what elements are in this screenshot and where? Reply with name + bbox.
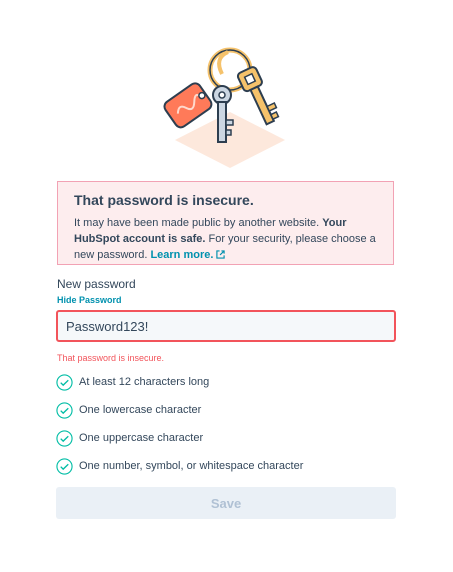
external-link-icon — [216, 250, 226, 259]
requirement-label: One uppercase character — [79, 432, 204, 444]
alert-title: That password is insecure. — [74, 192, 254, 208]
check-circle-icon — [56, 373, 73, 391]
requirement-label: At least 12 characters long — [79, 376, 210, 388]
learn-more-label: Learn more. — [150, 249, 214, 261]
learn-more-link[interactable]: Learn more. — [150, 249, 226, 261]
alert-body-text: It may have been made public by another … — [74, 217, 323, 229]
new-password-label: New password — [57, 277, 136, 291]
new-password-input[interactable] — [56, 310, 396, 342]
requirement-item: At least 12 characters long — [56, 368, 303, 396]
requirement-item: One number, symbol, or whitespace charac… — [56, 452, 303, 480]
keys-illustration — [163, 47, 285, 168]
check-circle-icon — [56, 401, 73, 419]
alert-body: It may have been made public by another … — [74, 215, 379, 263]
requirement-label: One number, symbol, or whitespace charac… — [79, 460, 304, 472]
save-button[interactable]: Save — [56, 487, 396, 519]
check-circle-icon — [56, 429, 73, 447]
requirement-label: One lowercase character — [79, 404, 202, 416]
requirement-item: One lowercase character — [56, 396, 303, 424]
hide-password-toggle[interactable]: Hide Password — [57, 295, 122, 305]
password-requirements-list: At least 12 characters long One lowercas… — [56, 368, 303, 480]
insecure-password-alert: That password is insecure. It may have b… — [57, 181, 394, 265]
check-circle-icon — [56, 457, 73, 475]
password-error-message: That password is insecure. — [57, 353, 165, 363]
requirement-item: One uppercase character — [56, 424, 303, 452]
